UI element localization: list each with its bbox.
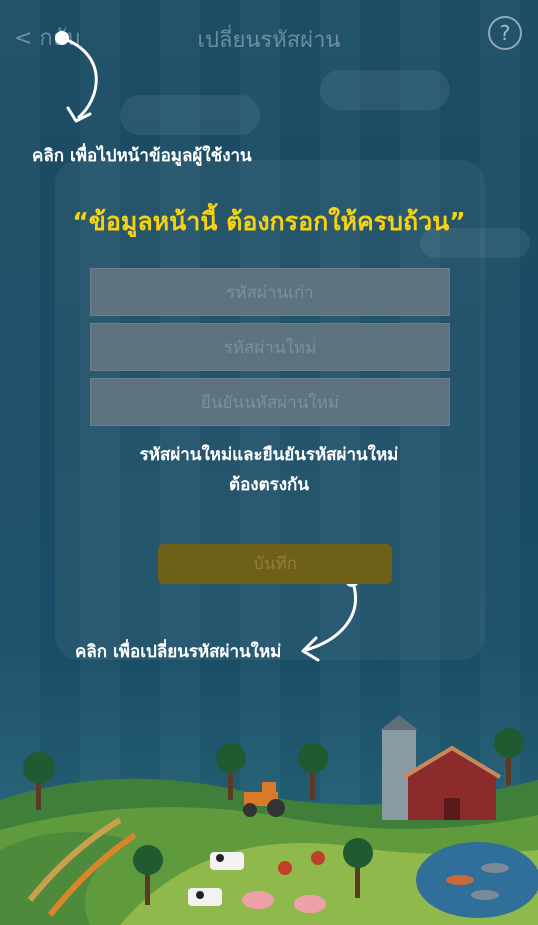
save-button[interactable]: บันทึก: [158, 544, 392, 584]
match-note-line: รหัสผ่านใหม่และยืนยันรหัสผ่านใหม่: [139, 445, 399, 465]
back-hint-text: คลิก เพื่อไปหน้าข้อมูลผู้ใช้งาน: [32, 146, 252, 166]
password-match-note: รหัสผ่านใหม่และยืนยันรหัสผ่านใหม่ ต้องตร…: [0, 440, 538, 500]
match-note-line: ต้องตรงกัน: [229, 475, 309, 495]
farm-illustration: [0, 715, 538, 925]
confirm-password-field[interactable]: ยืนยันนหัสผ่านใหม่: [90, 378, 450, 426]
new-password-field[interactable]: รหัสผ่านใหม่: [90, 323, 450, 371]
required-warning: “ข้อมูลหน้านี้ ต้องกรอกให้ครบถ้วน”: [72, 207, 466, 236]
save-hint-text: คลิก เพื่อเปลี่ยนรหัสผ่านใหม่: [75, 642, 282, 662]
arrow-curve-icon: [61, 36, 98, 120]
old-password-field[interactable]: รหัสผ่านเก่า: [90, 268, 450, 316]
